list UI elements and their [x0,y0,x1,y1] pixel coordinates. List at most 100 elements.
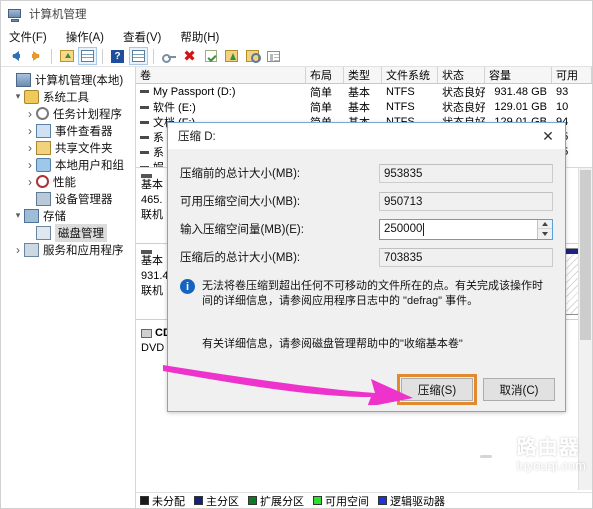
checkbox-icon[interactable] [201,47,220,65]
total-size-before-value: 953835 [379,163,553,183]
sidebar-item-system-tools[interactable]: 系统工具 [4,88,135,105]
menu-item-view[interactable]: 查看(V) [123,29,172,45]
help-icon[interactable]: ? [108,47,127,65]
column-header-status[interactable]: 状态 [438,67,485,83]
cancel-button[interactable]: 取消(C) [483,378,555,401]
shrink-amount-stepper[interactable]: 250000 [379,218,553,240]
toolbar: ? ✖ [1,46,592,67]
sidebar-item-task-scheduler[interactable]: 任务计划程序 [4,105,135,122]
sidebar-item-label: 磁盘管理 [55,223,107,242]
cell-layout: 简单 [310,86,332,99]
shrink-dialog: 压缩 D: ✕ 压缩前的总计大小(MB): 953835 可用压缩空间大小(MB… [167,122,566,412]
column-header-filesystem[interactable]: 文件系统 [382,67,438,83]
chevron-right-icon[interactable] [24,141,36,155]
search-icon[interactable] [243,47,262,65]
cell-capacity: 931.48 GB [494,85,547,98]
table-row[interactable]: 软件 (E:) 简单 基本 NTFS 状态良好 (逻辑驱动器) 129.01 G… [136,99,592,114]
shrink-amount-input[interactable]: 250000 [380,220,537,239]
available-shrink-value: 950713 [379,191,553,211]
legend-label: 主分区 [206,495,239,508]
column-header-layout[interactable]: 布局 [306,67,344,83]
menubar: 文件(F) 操作(A) 查看(V) 帮助(H) [1,27,592,46]
sidebar-item-services-applications[interactable]: 服务和应用程序 [4,241,135,258]
column-header-capacity[interactable]: 容量 [485,67,552,83]
chevron-right-icon[interactable] [24,107,36,121]
sidebar-item-local-users-groups[interactable]: 本地用户和组 [4,156,135,173]
legend-swatch [378,496,387,505]
chevron-down-icon[interactable] [12,210,24,221]
cell-volume-label: 系 [153,146,164,159]
sidebar-item-computer-management[interactable]: 计算机管理(本地) [4,71,135,88]
sidebar-item-label: 任务计划程序 [53,108,122,121]
toolbar-separator [102,48,103,64]
scrollbar-thumb[interactable] [580,170,591,340]
properties-table-icon[interactable] [129,47,148,65]
column-header-volume[interactable]: 卷 [136,67,306,83]
services-apps-icon [24,242,39,257]
cell-status: 状态良好 (主分区) [442,86,485,99]
export-icon[interactable] [222,47,241,65]
chevron-right-icon[interactable] [24,158,36,172]
column-header-type[interactable]: 类型 [344,67,382,83]
sidebar-item-label: 存储 [43,210,66,223]
cell-volume: My Passport (D:) [136,86,306,98]
legend-swatch [313,496,322,505]
sidebar-item-device-manager[interactable]: 设备管理器 [4,190,135,207]
watermark-en: luyouqi.com [516,457,586,473]
sidebar-item-label: 共享文件夹 [55,142,113,155]
sidebar-item-storage[interactable]: 存储 [4,207,135,224]
chevron-right-icon[interactable] [24,124,36,138]
total-size-after-value: 703835 [379,247,553,267]
field-row-available-shrink: 可用压缩空间大小(MB): 950713 [180,187,553,215]
sidebar-item-shared-folders[interactable]: 共享文件夹 [4,139,135,156]
watermark-text: 路由器 luyouqi.com [516,437,586,473]
forward-icon[interactable] [27,47,46,65]
chevron-right-icon[interactable] [12,243,24,257]
chevron-right-icon[interactable] [24,175,36,189]
field-row-shrink-amount: 输入压缩空间量(MB)(E): 250000 [180,215,553,243]
cell-capacity: 129.01 GB [494,100,547,113]
sidebar-item-event-viewer[interactable]: 事件查看器 [4,122,135,139]
field-label: 压缩后的总计大小(MB): [180,252,301,264]
sidebar-item-performance[interactable]: 性能 [4,173,135,190]
close-icon[interactable]: ✕ [531,123,565,149]
legend-label: 逻辑驱动器 [390,495,445,508]
sidebar-item-label: 性能 [53,176,76,189]
column-header-free[interactable]: 可用 [552,67,592,83]
menu-item-action[interactable]: 操作(A) [66,29,115,45]
cell-volume-label: 系 [153,131,164,144]
chevron-down-icon[interactable] [12,91,24,102]
menu-item-help[interactable]: 帮助(H) [180,29,230,45]
table-row[interactable]: My Passport (D:) 简单 基本 NTFS 状态良好 (主分区) 9… [136,84,592,99]
key-icon[interactable] [159,47,178,65]
computer-icon [16,72,31,87]
cell-free: 93 [556,85,569,98]
field-label: 可用压缩空间大小(MB): [180,196,301,208]
watermark-logo-icon [460,430,511,480]
storage-icon [24,208,39,223]
delete-icon[interactable]: ✖ [180,47,199,65]
menu-item-file[interactable]: 文件(F) [9,29,58,45]
legend-label: 扩展分区 [260,495,304,508]
up-folder-icon[interactable] [57,47,76,65]
show-hide-tree-icon[interactable] [78,47,97,65]
legend-item-free: 可用空间 [313,493,369,509]
shrink-button[interactable]: 压缩(S) [397,374,477,405]
cell-volume-label: 软件 (E:) [153,101,196,114]
cell-filesystem: NTFS [386,100,415,113]
stepper-buttons [537,219,552,239]
volume-marker-icon [140,151,149,155]
legend-swatch [140,496,149,505]
sidebar-item-label: 系统工具 [43,91,89,104]
sidebar-item-disk-management[interactable]: 磁盘管理 [4,223,135,242]
back-icon[interactable] [6,47,25,65]
details-icon[interactable] [264,47,283,65]
stepper-down-icon[interactable] [538,229,552,239]
console-tree: 计算机管理(本地) 系统工具 任务计划程序 事件查看器 共享文件夹 [1,67,136,508]
stepper-up-icon[interactable] [538,219,552,229]
field-label: 输入压缩空间量(MB)(E): [180,224,304,236]
cdrom-icon [141,328,152,338]
watermark: 路由器 luyouqi.com [460,430,586,480]
window-title: 计算机管理 [29,8,87,21]
field-row-total-before: 压缩前的总计大小(MB): 953835 [180,159,553,187]
